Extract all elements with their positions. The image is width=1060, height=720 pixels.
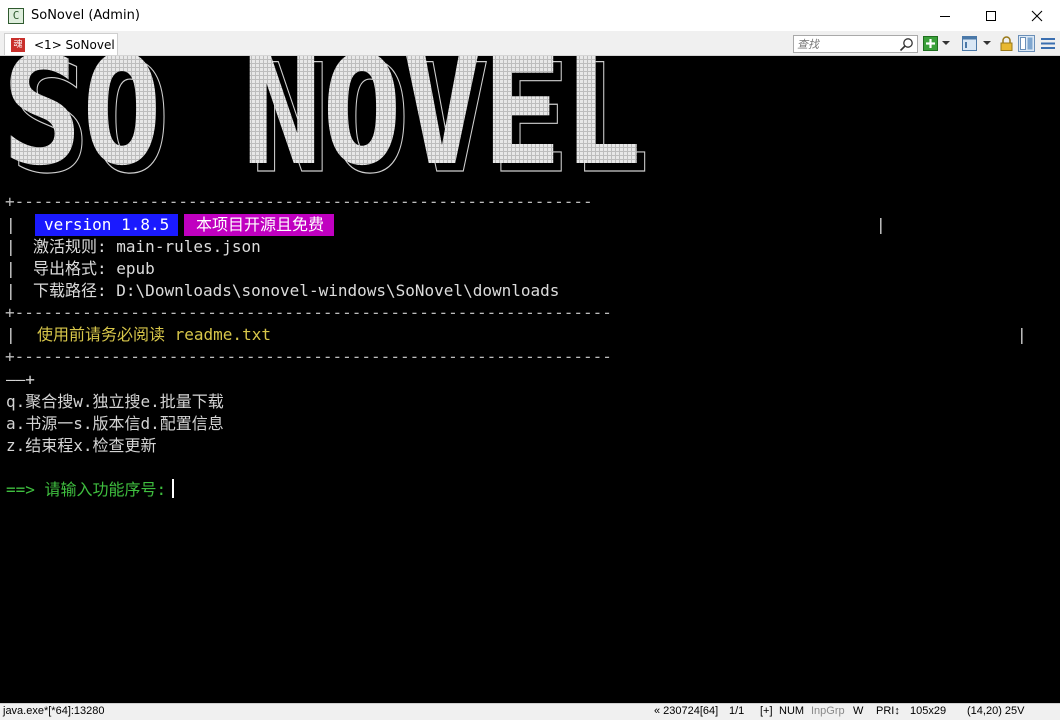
search-input[interactable] bbox=[797, 36, 901, 52]
terminal-output[interactable]: SO NOVEL SO NOVEL +---------------------… bbox=[0, 56, 1060, 703]
readme-notice: 使用前请务必阅读 readme.txt bbox=[37, 325, 271, 344]
close-icon bbox=[1031, 10, 1043, 21]
app-icon[interactable]: C bbox=[8, 7, 24, 24]
lock-button[interactable] bbox=[1000, 34, 1013, 52]
menu-row: z.结束程x.检查更新 bbox=[6, 436, 157, 455]
pane-button[interactable] bbox=[962, 34, 977, 52]
format-label: 导出格式: bbox=[33, 259, 107, 278]
console-tab-icon: 魂 bbox=[11, 37, 25, 52]
status-process[interactable]: java.exe*[*64]:13280 bbox=[3, 705, 105, 717]
status-priority[interactable]: PRI↕ bbox=[876, 705, 900, 717]
menu-border: ——+ bbox=[6, 370, 35, 389]
status-cursor-pos[interactable]: (14,20) 25V bbox=[967, 705, 1024, 717]
path-row: 下载路径: D:\Downloads\sonovel-windows\SoNov… bbox=[33, 280, 559, 302]
chevron-down-icon bbox=[983, 41, 991, 45]
info-box-top-border: +---------------------------------------… bbox=[5, 192, 593, 211]
status-position[interactable]: « 230724[64] bbox=[654, 705, 718, 717]
prompt-text: ==> 请输入功能序号: bbox=[6, 480, 167, 499]
chevron-down-icon bbox=[942, 41, 950, 45]
tab-sonovel[interactable]: 魂 <1> SoNovel bbox=[4, 33, 118, 55]
box-left-border: | bbox=[6, 237, 16, 256]
window-controls bbox=[922, 0, 1060, 31]
search-icon[interactable] bbox=[899, 37, 914, 52]
split-view-button[interactable] bbox=[1018, 34, 1035, 52]
lock-icon bbox=[1000, 35, 1013, 51]
maximize-button[interactable] bbox=[968, 0, 1014, 31]
window-pane-icon bbox=[962, 35, 977, 51]
maximize-icon bbox=[986, 10, 996, 21]
menu-button[interactable] bbox=[1041, 34, 1055, 52]
box-right-border: | bbox=[876, 215, 886, 234]
add-icon bbox=[923, 35, 938, 51]
box-left-border: | bbox=[6, 325, 16, 344]
rules-row: 激活规则: main-rules.json bbox=[33, 236, 261, 258]
banner-logo: SO NOVEL SO NOVEL bbox=[2, 56, 651, 188]
new-console-button[interactable] bbox=[923, 34, 938, 52]
status-w[interactable]: W bbox=[853, 705, 863, 717]
banner-text: SO NOVEL bbox=[2, 56, 642, 188]
text-cursor bbox=[172, 479, 175, 498]
path-label: 下载路径: bbox=[33, 281, 107, 300]
info-box-mid-border: +---------------------------------------… bbox=[5, 303, 612, 322]
status-size[interactable]: 105x29 bbox=[910, 705, 946, 717]
status-page[interactable]: 1/1 bbox=[729, 705, 744, 717]
title-bar: C SoNovel (Admin) bbox=[0, 0, 1060, 31]
info-box-bottom-border: +---------------------------------------… bbox=[5, 347, 612, 366]
box-right-border: | bbox=[1017, 325, 1027, 344]
status-bar: java.exe*[*64]:13280 « 230724[64] 1/1 [+… bbox=[0, 703, 1060, 720]
pane-dropdown[interactable] bbox=[983, 34, 991, 52]
minimize-button[interactable] bbox=[922, 0, 968, 31]
status-inpgrp[interactable]: InpGrp bbox=[811, 705, 845, 717]
split-view-icon bbox=[1018, 34, 1035, 52]
box-left-border: | bbox=[6, 259, 16, 278]
hamburger-menu-icon bbox=[1041, 37, 1055, 49]
rules-value: main-rules.json bbox=[116, 237, 261, 256]
status-plus[interactable]: [+] bbox=[760, 705, 773, 717]
minimize-icon bbox=[940, 15, 950, 17]
menu-row: q.聚合搜w.独立搜e.批量下载 bbox=[6, 392, 224, 411]
box-left-border: | bbox=[6, 281, 16, 300]
tab-label: <1> SoNovel bbox=[34, 37, 115, 52]
path-value: D:\Downloads\sonovel-windows\SoNovel\dow… bbox=[116, 281, 560, 300]
window-title: SoNovel (Admin) bbox=[31, 8, 140, 23]
search-box[interactable] bbox=[793, 35, 918, 53]
box-left-border: | bbox=[6, 215, 16, 234]
new-console-dropdown[interactable] bbox=[942, 34, 950, 52]
menu-row: a.书源一s.版本信d.配置信息 bbox=[6, 414, 224, 433]
status-num[interactable]: NUM bbox=[779, 705, 804, 717]
close-button[interactable] bbox=[1014, 0, 1060, 31]
open-source-badge: 本项目开源且免费 bbox=[184, 214, 335, 236]
format-value: epub bbox=[116, 259, 155, 278]
version-badge: version 1.8.5 bbox=[35, 214, 179, 236]
rules-label: 激活规则: bbox=[33, 237, 107, 256]
format-row: 导出格式: epub bbox=[33, 258, 155, 280]
input-prompt[interactable]: ==> 请输入功能序号: bbox=[6, 479, 175, 501]
